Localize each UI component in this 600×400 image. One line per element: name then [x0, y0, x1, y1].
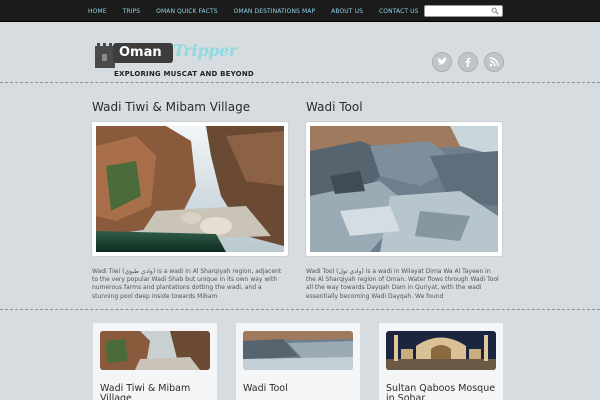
post-card-title[interactable]: Wadi Tool — [243, 384, 358, 394]
rss-icon — [489, 57, 499, 67]
site-header: Oman Tripper EXPLORING MUSCAT AND BEYOND — [0, 22, 600, 83]
twitter-button[interactable] — [432, 52, 452, 72]
post-card-title[interactable]: Sultan Qaboos Mosque in Sohar — [386, 384, 501, 400]
featured-post-excerpt: Wadi Tool (وادي تول) is a wadi in Wilaya… — [306, 268, 499, 300]
featured-post: Wadi Tool Wadi Tool (وادي تول) is a wadi… — [306, 100, 502, 301]
nav-item-trips[interactable]: TRIPS — [123, 8, 141, 15]
facebook-button[interactable] — [458, 52, 478, 72]
featured-post-title[interactable]: Wadi Tool — [306, 100, 502, 114]
post-card-thumbnail[interactable] — [243, 331, 353, 370]
site-tagline: EXPLORING MUSCAT AND BEYOND — [114, 70, 254, 78]
site-logo[interactable]: Oman Tripper — [93, 38, 237, 72]
nav-item-home[interactable]: HOME — [88, 8, 107, 15]
wadi-tiwi-thumb — [100, 331, 210, 370]
nav-item-quick-facts[interactable]: OMAN QUICK FACTS — [156, 8, 217, 15]
wadi-tool-photo — [310, 126, 498, 252]
wadi-tool-thumb — [243, 331, 353, 370]
featured-post: Wadi Tiwi & Mibam Village Wadi Tiwi (واد — [92, 100, 288, 301]
nav-item-destinations-map[interactable]: OMAN DESTINATIONS MAP — [234, 8, 316, 15]
top-nav-bar: HOME TRIPS OMAN QUICK FACTS OMAN DESTINA… — [0, 0, 600, 25]
post-card[interactable]: Sultan Qaboos Mosque in Sohar — [379, 323, 503, 400]
post-card[interactable]: Wadi Tool — [236, 323, 360, 400]
mosque-thumb — [386, 331, 496, 370]
twitter-icon — [437, 57, 447, 65]
post-card-thumbnail[interactable] — [100, 331, 210, 370]
post-card-thumbnail[interactable] — [386, 331, 496, 370]
section-divider — [0, 309, 600, 310]
header-divider — [0, 82, 600, 83]
featured-post-excerpt: Wadi Tiwi (وادي طيوي) is a wadi in Al Sh… — [92, 268, 282, 300]
rss-button[interactable] — [484, 52, 504, 72]
wadi-tiwi-photo — [96, 126, 284, 252]
logo-text-tripper: Tripper — [173, 41, 238, 60]
search-box — [424, 5, 503, 25]
magnifier-icon[interactable] — [491, 7, 499, 15]
post-card-title[interactable]: Wadi Tiwi & Mibam Village — [100, 384, 215, 400]
post-card[interactable]: Wadi Tiwi & Mibam Village — [93, 323, 217, 400]
nav-item-contact-us[interactable]: CONTACT US — [379, 8, 419, 15]
featured-post-image[interactable] — [306, 122, 502, 256]
logo-text-oman: Oman — [113, 43, 173, 63]
featured-post-title[interactable]: Wadi Tiwi & Mibam Village — [92, 100, 288, 114]
main-nav: HOME TRIPS OMAN QUICK FACTS OMAN DESTINA… — [88, 0, 435, 22]
featured-post-image[interactable] — [92, 122, 288, 256]
facebook-icon — [465, 57, 471, 67]
nav-item-about-us[interactable]: ABOUT US — [331, 8, 363, 15]
